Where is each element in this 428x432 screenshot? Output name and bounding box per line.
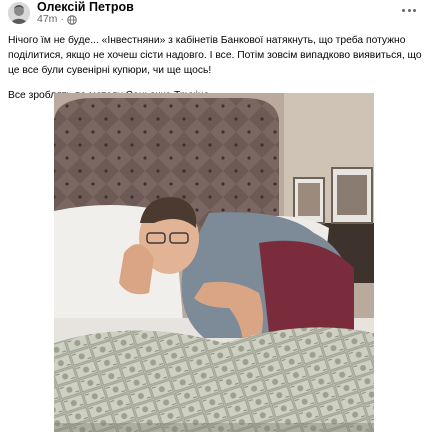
- separator-dot: ·: [60, 13, 64, 25]
- post-meta: 47m ·: [37, 13, 77, 26]
- globe-icon[interactable]: [67, 14, 77, 25]
- post-photo[interactable]: [54, 93, 374, 432]
- more-options-icon[interactable]: [398, 2, 420, 18]
- post-paragraph-1: Нічого їм не буде... «Інвестняни» з кабі…: [8, 35, 422, 76]
- post-time[interactable]: 47m: [37, 13, 57, 26]
- avatar[interactable]: [8, 2, 30, 24]
- photo-man-on-bed-with-money: [54, 93, 374, 432]
- post-header: Олексій Петров 47m ·: [0, 0, 428, 26]
